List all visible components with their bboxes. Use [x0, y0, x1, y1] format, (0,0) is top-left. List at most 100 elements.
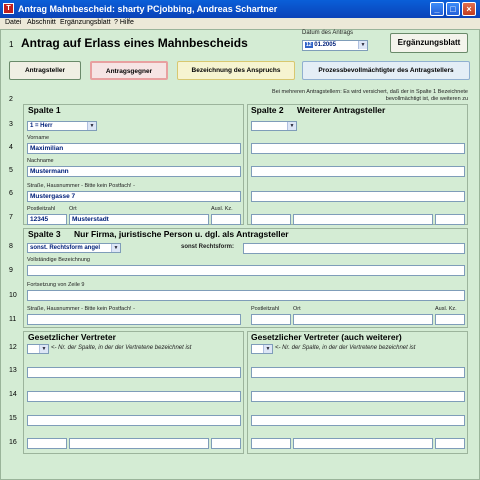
row-number: 1	[9, 40, 14, 49]
rechtsform-select[interactable]: sonst. Rechtsform angel ▼	[27, 243, 121, 253]
date-value: 01.2005	[314, 42, 336, 48]
anrede2-select[interactable]: ▼	[251, 121, 297, 131]
vertreter-right-header: Gesetzlicher Vertreter (auch weiterer)	[251, 332, 402, 342]
chevron-down-icon[interactable]: ▼	[287, 122, 296, 130]
row-number: 4	[9, 144, 13, 151]
anrede-select[interactable]: 1 = Herr ▼	[27, 121, 97, 131]
nachname-label: Nachname	[27, 158, 54, 164]
vertreter-left-header: Gesetzlicher Vertreter	[28, 332, 116, 342]
title-bar[interactable]: T Antrag Mahnbescheid: sharty PCjobbing,…	[0, 0, 480, 18]
spalte2-subheader: Weiterer Antragsteller	[297, 105, 386, 115]
fortsetzung-label: Fortsetzung von Zeile 9	[27, 282, 85, 288]
rechtsform-field[interactable]	[243, 243, 465, 254]
vorname2-field[interactable]	[251, 143, 465, 154]
vorname-field[interactable]: Maximilian	[27, 143, 241, 154]
vertreter-field-13[interactable]	[27, 367, 241, 378]
nachname2-field[interactable]	[251, 166, 465, 177]
strasse2-field[interactable]	[251, 191, 465, 202]
chevron-down-icon[interactable]: ▼	[358, 41, 367, 49]
ergaenzungsblatt-button[interactable]: Ergänzungsblatt	[390, 33, 468, 53]
row-number: 14	[9, 391, 17, 398]
tab-prozessbevollmaechtigter[interactable]: Prozessbevollmächtigter des Antragstelle…	[302, 61, 470, 80]
vertreter-spalte-select[interactable]: ▼	[27, 344, 49, 354]
note-text: Bei mehreren Antragstellern: Es wird ver…	[272, 89, 468, 102]
menu-datei[interactable]: Datei	[5, 19, 21, 26]
vorname-label: Vorname	[27, 135, 50, 141]
vertreter2-hint: <- Nr. der Spalte, in der der Vertretene…	[275, 345, 416, 351]
tab-bezeichnung-anspruch[interactable]: Bezeichnung des Anspruchs	[177, 61, 295, 80]
row-number: 15	[9, 415, 17, 422]
row-number: 11	[9, 316, 17, 323]
chevron-down-icon[interactable]: ▼	[111, 244, 120, 252]
tab-antragsgegner[interactable]: Antragsgegner	[90, 61, 168, 80]
vertreter2-ort-field[interactable]	[293, 438, 433, 449]
row-number: 5	[9, 167, 13, 174]
bezeichnung-label: Vollständige Bezeichnung	[27, 257, 90, 263]
ort2-field[interactable]	[293, 214, 433, 225]
nachname-field[interactable]: Mustermann	[27, 166, 241, 177]
rechtsform-label: sonst Rechtsform:	[181, 244, 235, 250]
close-icon[interactable]: ×	[462, 2, 476, 16]
rechtsform-value: sonst. Rechtsform angel	[30, 245, 101, 251]
strasse3-label: Straße, Hausnummer - Bitte kein Postfach…	[27, 306, 135, 312]
vertreter-ort-field[interactable]	[69, 438, 209, 449]
vertreter2-field-13[interactable]	[251, 367, 465, 378]
bezeichnung-field[interactable]	[27, 265, 465, 276]
strasse-label: Straße, Hausnummer - Bitte kein Postfach…	[27, 183, 135, 189]
menu-bar: Datei Abschnitt Ergänzungsblatt ? Hilfe	[0, 18, 480, 29]
vertreter2-spalte-select[interactable]: ▼	[251, 344, 273, 354]
vertreter-hint: <- Nr. der Spalte, in der der Vertretene…	[51, 345, 192, 351]
ort3-field[interactable]	[293, 314, 433, 325]
row-number: 16	[9, 439, 17, 446]
vertreter2-plz-field[interactable]	[251, 438, 291, 449]
menu-hilfe[interactable]: ? Hilfe	[114, 19, 134, 26]
row-number: 6	[9, 190, 13, 197]
plz-label: Postleitzahl	[27, 206, 56, 212]
date-label: Datum des Antrags	[302, 30, 354, 36]
menu-abschnitt[interactable]: Abschnitt	[27, 19, 56, 26]
vertreter-plz-field[interactable]	[27, 438, 67, 449]
auslkz-field[interactable]	[211, 214, 241, 225]
chevron-down-icon[interactable]: ▼	[263, 345, 272, 353]
vertreter2-field-14[interactable]	[251, 391, 465, 402]
date-select[interactable]: 12 01.2005 ▼	[302, 40, 368, 51]
tab-antragsteller[interactable]: Antragsteller	[9, 61, 81, 80]
window-title: Antrag Mahnbescheid: sharty PCjobbing, A…	[18, 4, 278, 14]
vertreter2-field-15[interactable]	[251, 415, 465, 426]
page-title: Antrag auf Erlass eines Mahnbescheids	[21, 36, 248, 50]
chevron-down-icon[interactable]: ▼	[39, 345, 48, 353]
strasse3-field[interactable]	[27, 314, 241, 325]
row-number: 7	[9, 214, 13, 221]
minimize-icon[interactable]: _	[430, 2, 444, 16]
plz2-field[interactable]	[251, 214, 291, 225]
ort-field[interactable]: Musterstadt	[69, 214, 209, 225]
ort-label: Ort	[69, 206, 77, 212]
spalte3-subheader: Nur Firma, juristische Person u. dgl. al…	[74, 229, 289, 239]
ort3-label: Ort	[293, 306, 301, 312]
fortsetzung-field[interactable]	[27, 290, 465, 301]
maximize-icon[interactable]: □	[446, 2, 460, 16]
plz3-label: Postleitzahl	[251, 306, 280, 312]
auslkz3-label: Ausl. Kz.	[435, 306, 457, 312]
spalte2-header: Spalte 2	[251, 105, 284, 115]
vertreter-field-14[interactable]	[27, 391, 241, 402]
strasse-field[interactable]: Mustergasse 7	[27, 191, 241, 202]
vertreter-field-15[interactable]	[27, 415, 241, 426]
vertreter-auslkz-field[interactable]	[211, 438, 241, 449]
row-number: 8	[9, 243, 13, 250]
auslkz3-field[interactable]	[435, 314, 465, 325]
row-number: 3	[9, 121, 13, 128]
app-icon[interactable]: T	[3, 3, 14, 14]
auslkz2-field[interactable]	[435, 214, 465, 225]
anrede-value: 1 = Herr	[30, 123, 53, 129]
plz3-field[interactable]	[251, 314, 291, 325]
auslkz-label: Ausl. Kz.	[211, 206, 233, 212]
row-number: 10	[9, 292, 17, 299]
menu-ergaenzungsblatt[interactable]: Ergänzungsblatt	[60, 19, 111, 26]
date-prefix: 12	[305, 42, 313, 48]
row-number: 2	[9, 96, 13, 103]
chevron-down-icon[interactable]: ▼	[87, 122, 96, 130]
vertreter2-auslkz-field[interactable]	[435, 438, 465, 449]
plz-field[interactable]: 12345	[27, 214, 67, 225]
row-number: 12	[9, 344, 17, 351]
